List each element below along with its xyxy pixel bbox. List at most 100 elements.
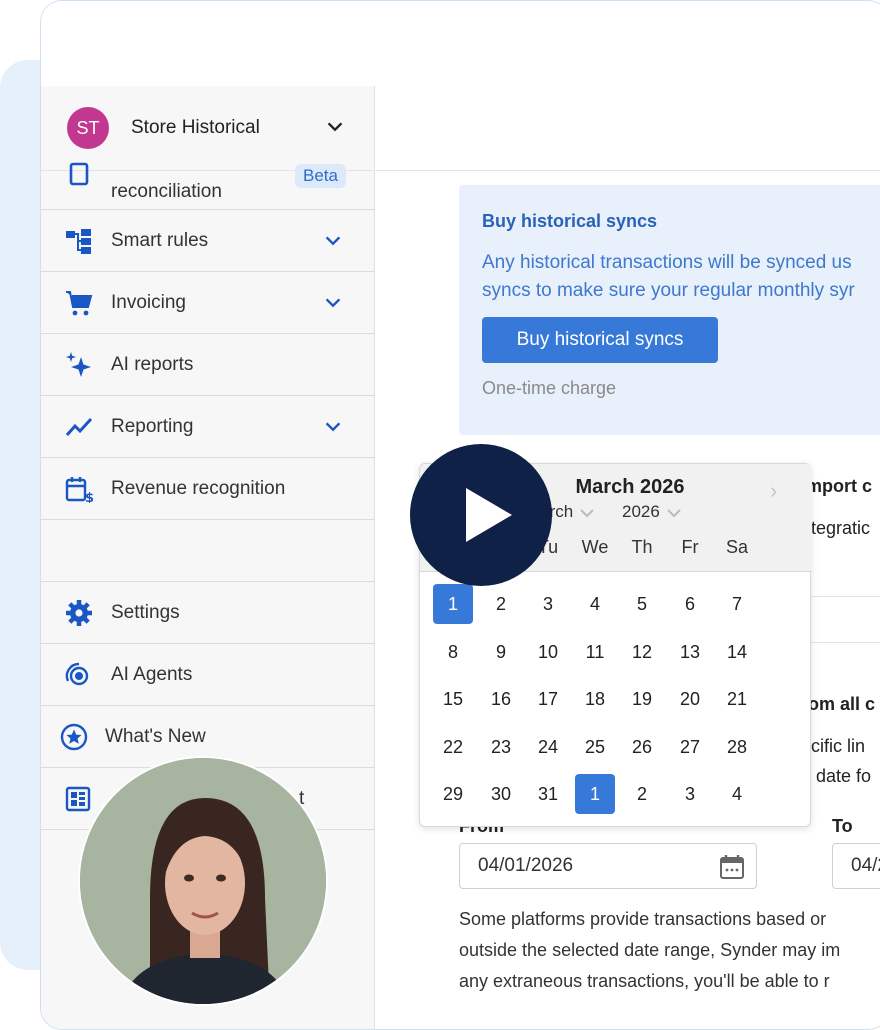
gear-icon <box>66 600 92 626</box>
file-icon <box>69 162 89 186</box>
year-select-value: 2026 <box>622 502 660 521</box>
date-range-disclaimer: Some platforms provide transactions base… <box>459 904 840 997</box>
promo-line: Any historical transactions will be sync… <box>482 252 852 273</box>
agent-icon <box>65 662 89 686</box>
presenter-webcam <box>78 756 328 1006</box>
disclaimer-line: Some platforms provide transactions base… <box>459 909 827 929</box>
calendar-day[interactable]: 23 <box>481 727 521 767</box>
year-select[interactable]: 2026 <box>622 502 682 522</box>
calendar-day[interactable]: 25 <box>575 727 615 767</box>
calendar-day[interactable]: 28 <box>717 727 757 767</box>
sidebar-item-label: Smart rules <box>111 230 209 251</box>
calendar-day[interactable]: 2 <box>622 774 662 814</box>
sidebar-item-invoicing[interactable]: Invoicing <box>41 272 375 334</box>
cart-icon <box>66 291 93 316</box>
calendar-day[interactable]: 2 <box>481 584 521 624</box>
beta-badge: Beta <box>295 164 346 188</box>
calendar-day[interactable]: 31 <box>528 774 568 814</box>
disclaimer-line: outside the selected date range, Synder … <box>459 940 841 960</box>
sidebar-item-revenue-recognition[interactable]: $ Revenue recognition <box>41 458 375 520</box>
calendar-day[interactable]: 24 <box>528 727 568 767</box>
buy-historical-syncs-button[interactable]: Buy historical syncs <box>482 317 718 363</box>
sidebar-item-ai-reports[interactable]: AI reports <box>41 334 375 396</box>
sidebar-item-label: reconciliation <box>111 181 222 202</box>
from-date-value: 04/01/2026 <box>478 855 574 876</box>
sparkle-icon <box>66 352 91 377</box>
dashboard-icon <box>65 786 91 812</box>
calendar-day[interactable]: 21 <box>717 679 757 719</box>
sidebar-item-settings[interactable]: Settings <box>41 582 375 644</box>
chevron-down-icon <box>325 236 341 246</box>
calendar-day[interactable]: 10 <box>528 632 568 672</box>
sidebar-item-label: Revenue recognition <box>111 478 286 499</box>
calendar-day[interactable]: 8 <box>433 632 473 672</box>
sidebar-item-label: Reporting <box>111 416 194 437</box>
calendar-dollar-icon: $ <box>65 477 93 503</box>
calendar-day[interactable]: 7 <box>717 584 757 624</box>
play-button[interactable] <box>410 444 552 586</box>
promo-line: syncs to make sure your regular monthly … <box>482 280 855 301</box>
calendar-day[interactable]: 4 <box>575 584 615 624</box>
calendar-day[interactable]: 15 <box>433 679 473 719</box>
calendar-day[interactable]: 3 <box>670 774 710 814</box>
divider <box>799 642 880 643</box>
date-for-text: d date fo <box>801 766 872 786</box>
svg-text:$: $ <box>85 491 93 503</box>
calendar-day[interactable]: 1 <box>433 584 473 624</box>
weekday-label: Fr <box>681 537 699 557</box>
sidebar-item-reporting[interactable]: Reporting <box>41 396 375 458</box>
calendar-day[interactable]: 20 <box>670 679 710 719</box>
to-date-input[interactable]: 04/21/2 <box>832 843 880 889</box>
sidebar-item-label: AI reports <box>111 354 194 375</box>
sidebar-item-label: AI Agents <box>111 664 193 685</box>
calendar-day[interactable]: 5 <box>622 584 662 624</box>
chevron-down-icon <box>325 422 341 432</box>
sidebar-item-ai-agents[interactable]: AI Agents <box>41 644 375 706</box>
calendar-day[interactable]: 26 <box>622 727 662 767</box>
calendar-day[interactable]: 19 <box>622 679 662 719</box>
calendar-day[interactable]: 6 <box>670 584 710 624</box>
org-name: Store Historical <box>131 117 260 138</box>
weekday-label: Th <box>631 537 653 557</box>
promo-title: Buy historical syncs <box>482 211 658 231</box>
calendar-icon[interactable] <box>718 853 746 881</box>
sidebar-item-label: What's New <box>105 726 206 747</box>
calendar-day[interactable]: 18 <box>575 679 615 719</box>
presenter-avatar <box>80 758 326 1004</box>
chevron-down-icon <box>667 508 681 517</box>
calendar-day[interactable]: 22 <box>433 727 473 767</box>
one-time-charge-note: One-time charge <box>482 378 617 398</box>
calendar-day[interactable]: 11 <box>575 632 615 672</box>
from-all-heading: rom all c <box>801 694 876 714</box>
hierarchy-icon <box>66 229 91 254</box>
calendar-day[interactable]: 4 <box>717 774 757 814</box>
weekday-label: Sa <box>725 537 749 557</box>
sidebar-item-label: Settings <box>111 602 180 623</box>
calendar-day[interactable]: 14 <box>717 632 757 672</box>
calendar-day[interactable]: 12 <box>622 632 662 672</box>
calendar-day[interactable]: 13 <box>670 632 710 672</box>
calendar-day[interactable]: 29 <box>433 774 473 814</box>
trend-icon <box>65 417 93 436</box>
sidebar-item-label: Invoicing <box>111 292 186 313</box>
disclaimer-line: any extraneous transactions, you'll be a… <box>459 971 830 991</box>
historical-syncs-promo: Buy historical syncs Any historical tran… <box>459 185 880 435</box>
calendar-day[interactable]: 9 <box>481 632 521 672</box>
calendar-day[interactable]: 30 <box>481 774 521 814</box>
promo-description: Any historical transactions will be sync… <box>482 249 855 305</box>
calendar-day[interactable]: 17 <box>528 679 568 719</box>
calendar-day[interactable]: 1 <box>575 774 615 814</box>
top-bar <box>41 1 880 86</box>
weekday-label: We <box>581 537 609 557</box>
calendar-day[interactable]: 16 <box>481 679 521 719</box>
org-avatar: ST <box>67 107 109 149</box>
calendar-day[interactable]: 3 <box>528 584 568 624</box>
chevron-down-icon <box>325 298 341 308</box>
chevron-down-icon <box>580 508 594 517</box>
calendar-day[interactable]: 27 <box>670 727 710 767</box>
to-date-value: 04/21/2 <box>851 855 880 876</box>
sidebar-spacer <box>41 520 375 582</box>
next-month-icon[interactable]: › <box>770 478 777 504</box>
sidebar-item-smart-rules[interactable]: Smart rules <box>41 210 375 272</box>
from-date-input[interactable]: 04/01/2026 <box>459 843 757 889</box>
